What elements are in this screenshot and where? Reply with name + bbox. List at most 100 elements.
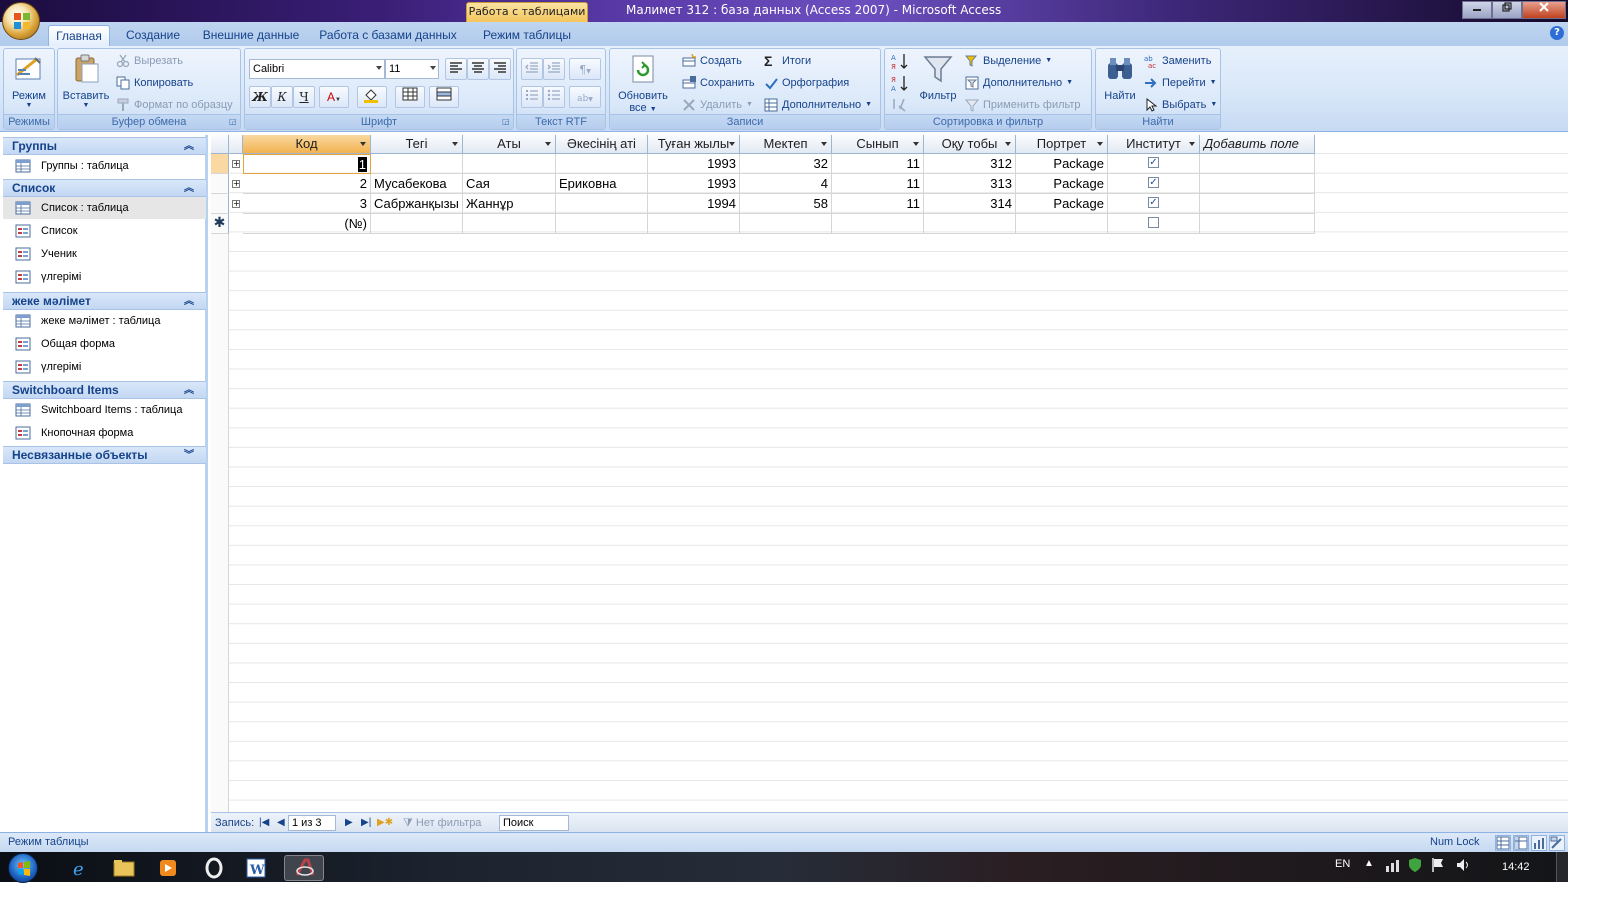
nav-item-switchboard-form[interactable]: Кнопочная форма bbox=[3, 422, 206, 444]
tab-datasheet[interactable]: Режим таблицы bbox=[474, 25, 580, 46]
institute-checkbox[interactable]: ✓ bbox=[1148, 177, 1159, 188]
new-record-asterisk-icon[interactable]: ✱ bbox=[211, 214, 229, 234]
column-header-birth-year[interactable]: Туған жылы bbox=[648, 135, 740, 154]
underline-button[interactable]: Ч bbox=[293, 86, 315, 108]
select-button[interactable]: Выбрать ▼ bbox=[1144, 95, 1217, 115]
pivot-table-view-button[interactable] bbox=[1513, 835, 1529, 851]
table-cell-patronymic[interactable] bbox=[556, 154, 648, 174]
column-header-code[interactable]: Код bbox=[243, 135, 371, 154]
table-cell-new[interactable] bbox=[648, 214, 740, 234]
tab-create[interactable]: Создание bbox=[120, 25, 186, 46]
security-shield-icon[interactable] bbox=[1407, 857, 1423, 876]
chevron-down-icon[interactable] bbox=[1189, 142, 1195, 146]
nav-item-student-form[interactable]: Ученик bbox=[3, 243, 206, 265]
table-cell-grade[interactable]: 11 bbox=[832, 154, 924, 174]
sort-descending-button[interactable]: ЯA bbox=[889, 74, 911, 96]
chevron-down-icon[interactable] bbox=[913, 142, 919, 146]
nav-item-performance-form[interactable]: үлгерімі bbox=[3, 266, 206, 288]
table-cell-patronymic[interactable]: Ериковна bbox=[556, 174, 648, 194]
chevron-down-icon[interactable] bbox=[545, 142, 551, 146]
nav-item-performance-form-2[interactable]: үлгерімі bbox=[3, 356, 206, 378]
table-cell-birth-year[interactable]: 1994 bbox=[648, 194, 740, 214]
datasheet-view-button[interactable] bbox=[1495, 835, 1511, 851]
column-header-school[interactable]: Мектеп bbox=[740, 135, 832, 154]
record-selector[interactable] bbox=[211, 154, 229, 174]
gridlines-button[interactable] bbox=[395, 86, 425, 108]
nav-item-groups-table[interactable]: Группы : таблица bbox=[3, 155, 206, 177]
table-cell-grade[interactable]: 11 bbox=[832, 194, 924, 214]
language-indicator[interactable]: EN bbox=[1335, 858, 1350, 870]
table-cell-name[interactable]: Сая bbox=[463, 174, 556, 194]
align-left-button[interactable] bbox=[445, 58, 467, 80]
apply-filter-button[interactable]: Применить фильтр bbox=[965, 95, 1081, 115]
table-cell-portrait[interactable]: Package bbox=[1016, 174, 1108, 194]
nav-item-list-form[interactable]: Список bbox=[3, 220, 206, 242]
filter-status-button[interactable]: ⧩ Нет фильтра bbox=[403, 816, 481, 830]
table-cell-study-group[interactable]: 314 bbox=[924, 194, 1016, 214]
table-cell-code[interactable]: 1 bbox=[243, 154, 371, 174]
new-record-nav-icon[interactable]: ▶✱ bbox=[377, 816, 393, 830]
chevron-up-icon[interactable]: ︽ bbox=[184, 293, 194, 310]
sort-ascending-button[interactable]: AЯ bbox=[889, 52, 911, 74]
highlight-button[interactable]: ab▼ bbox=[569, 86, 601, 108]
chevron-down-icon[interactable] bbox=[729, 142, 735, 146]
bold-button[interactable]: Ж bbox=[249, 86, 271, 108]
bullets-button[interactable] bbox=[543, 86, 565, 108]
table-cell-birth-year[interactable]: 1993 bbox=[648, 174, 740, 194]
tab-external-data[interactable]: Внешние данные bbox=[196, 25, 306, 46]
table-cell-institute[interactable]: ✓ bbox=[1108, 194, 1200, 214]
show-hidden-icons-chevron-icon[interactable]: ▲ bbox=[1364, 858, 1374, 869]
next-record-icon[interactable]: ▶ bbox=[345, 816, 353, 830]
nav-item-list-table[interactable]: Список : таблица bbox=[3, 197, 206, 219]
table-cell-surname[interactable]: Мусабекова bbox=[371, 174, 463, 194]
table-cell-study-group[interactable]: 313 bbox=[924, 174, 1016, 194]
alt-row-color-button[interactable] bbox=[429, 86, 459, 108]
table-cell-new-institute[interactable] bbox=[1108, 214, 1200, 234]
table-cell-grade[interactable]: 11 bbox=[832, 174, 924, 194]
filter-button[interactable]: Фильтр bbox=[915, 53, 961, 102]
tab-database-tools[interactable]: Работа с базами данных bbox=[316, 25, 460, 46]
table-cell-study-group[interactable]: 312 bbox=[924, 154, 1016, 174]
action-center-flag-icon[interactable] bbox=[1430, 857, 1446, 876]
nav-group-header-switchboard[interactable]: Switchboard Items ︽ bbox=[3, 381, 206, 399]
decrease-indent-button[interactable] bbox=[521, 58, 543, 80]
table-cell-add-field[interactable] bbox=[1200, 174, 1315, 194]
select-all-corner[interactable] bbox=[211, 135, 229, 154]
chevron-up-icon[interactable]: ︽ bbox=[184, 180, 194, 197]
show-desktop-button[interactable] bbox=[1556, 852, 1568, 882]
current-record-field[interactable]: 1 из 3 bbox=[288, 815, 336, 831]
close-button[interactable] bbox=[1522, 1, 1566, 19]
table-cell-school[interactable]: 32 bbox=[740, 154, 832, 174]
tab-home[interactable]: Главная bbox=[48, 25, 110, 46]
table-cell-new[interactable] bbox=[371, 214, 463, 234]
table-cell-code[interactable]: 2 bbox=[243, 174, 371, 194]
table-cell-new[interactable] bbox=[556, 214, 648, 234]
previous-record-icon[interactable]: ◀ bbox=[277, 816, 285, 830]
volume-speaker-icon[interactable] bbox=[1455, 857, 1471, 876]
nav-group-header-groups[interactable]: Группы ︽ bbox=[3, 137, 206, 155]
taskbar-opera[interactable] bbox=[196, 855, 232, 881]
search-input[interactable]: Поиск bbox=[499, 815, 569, 831]
chevron-down-icon[interactable] bbox=[1005, 142, 1011, 146]
column-header-name[interactable]: Аты bbox=[463, 135, 556, 154]
minimize-button[interactable] bbox=[1462, 1, 1492, 19]
last-record-icon[interactable]: ▶| bbox=[361, 816, 371, 830]
more-records-button[interactable]: Дополнительно ▼ bbox=[764, 95, 872, 115]
expand-plus-icon[interactable]: + bbox=[232, 180, 240, 188]
column-header-add-field[interactable]: Добавить поле bbox=[1200, 135, 1315, 154]
italic-button[interactable]: К bbox=[271, 86, 293, 108]
chevron-down-icon[interactable]: ︾ bbox=[184, 447, 194, 464]
numbering-button[interactable] bbox=[521, 86, 543, 108]
table-cell-new[interactable] bbox=[1016, 214, 1108, 234]
dialog-launcher-icon[interactable]: ◲ bbox=[229, 118, 238, 127]
column-header-institute[interactable]: Институт bbox=[1108, 135, 1200, 154]
copy-button[interactable]: Копировать bbox=[116, 73, 193, 93]
taskbar-internet-explorer[interactable]: e bbox=[62, 855, 98, 881]
spelling-button[interactable]: Орфография bbox=[764, 73, 849, 93]
institute-checkbox[interactable]: ✓ bbox=[1148, 197, 1159, 208]
increase-indent-button[interactable] bbox=[543, 58, 565, 80]
help-icon[interactable]: ? bbox=[1550, 26, 1564, 40]
column-header-grade[interactable]: Сынып bbox=[832, 135, 924, 154]
design-view-button[interactable] bbox=[1549, 835, 1565, 851]
table-cell-name[interactable]: Жаннұр bbox=[463, 194, 556, 214]
